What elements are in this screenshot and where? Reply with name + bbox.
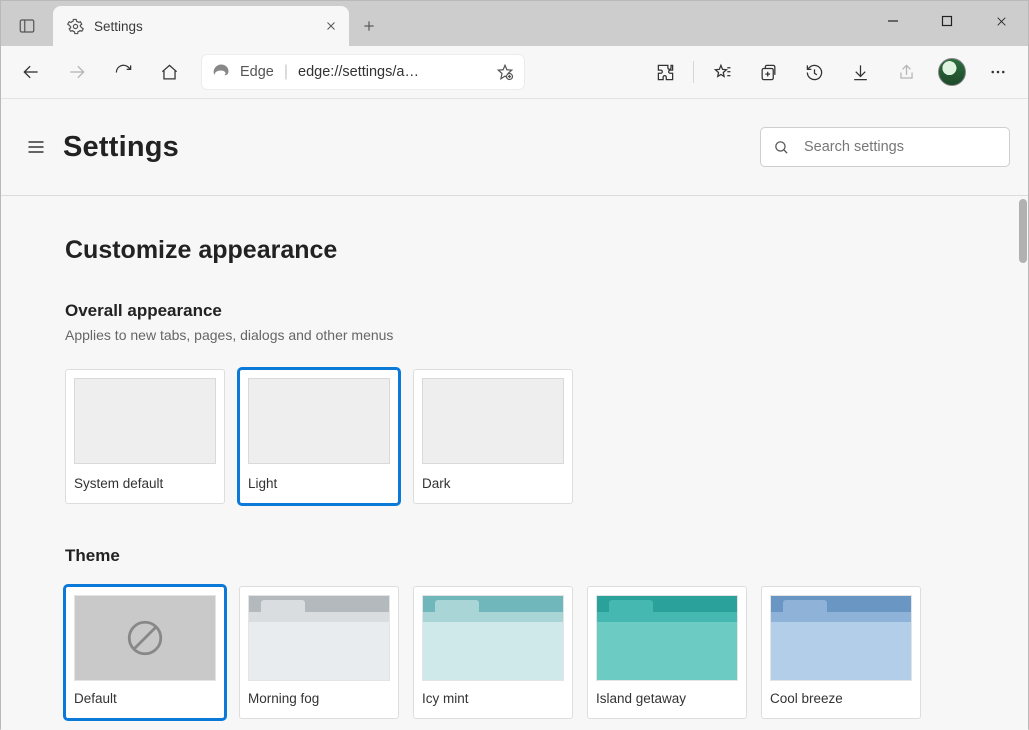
- minimize-button[interactable]: [866, 1, 920, 41]
- theme-option-label: Morning fog: [248, 691, 390, 706]
- address-site-label: Edge: [240, 64, 274, 80]
- theme-options: Default Morning fog Icy mint Island geta…: [65, 586, 1028, 719]
- ellipsis-icon: [989, 63, 1007, 81]
- page-title: Settings: [63, 131, 179, 164]
- close-icon[interactable]: [325, 20, 337, 32]
- extensions-button[interactable]: [645, 53, 685, 91]
- appearance-option-system[interactable]: System default: [65, 369, 225, 504]
- tab-title: Settings: [94, 19, 315, 34]
- theme-option-cool-breeze[interactable]: Cool breeze: [761, 586, 921, 719]
- profile-button[interactable]: [932, 53, 972, 91]
- address-url: edge://settings/a…: [298, 64, 486, 80]
- close-window-button[interactable]: [974, 1, 1028, 41]
- tab-actions-button[interactable]: [1, 5, 53, 46]
- title-bar: Settings: [1, 1, 1028, 46]
- refresh-icon: [114, 63, 133, 82]
- search-settings[interactable]: [760, 127, 1010, 167]
- favorites-button[interactable]: [702, 53, 742, 91]
- menu-button[interactable]: [19, 137, 53, 157]
- window-controls: [866, 1, 1028, 41]
- share-icon: [897, 63, 916, 82]
- avatar-icon: [938, 58, 966, 86]
- forward-button: [57, 53, 97, 91]
- favorite-add-icon[interactable]: [496, 63, 514, 81]
- refresh-button[interactable]: [103, 53, 143, 91]
- star-lines-icon: [713, 63, 732, 82]
- search-icon: [773, 139, 790, 156]
- history-icon: [805, 63, 824, 82]
- browser-tab[interactable]: Settings: [53, 6, 349, 46]
- appearance-option-light[interactable]: Light: [239, 369, 399, 504]
- address-bar[interactable]: Edge | edge://settings/a…: [201, 54, 525, 90]
- arrow-right-icon: [67, 62, 87, 82]
- theme-preview-icy: [422, 595, 564, 681]
- theme-option-icy-mint[interactable]: Icy mint: [413, 586, 573, 719]
- appearance-options: System default Light Dark: [65, 369, 1028, 504]
- close-icon: [995, 15, 1008, 28]
- theme-preview-default: [74, 595, 216, 681]
- theme-group-title: Theme: [65, 546, 1028, 566]
- appearance-preview-system: [74, 378, 216, 464]
- theme-option-label: Island getaway: [596, 691, 738, 706]
- appearance-preview-light: [248, 378, 390, 464]
- home-icon: [160, 63, 179, 82]
- theme-option-morning-fog[interactable]: Morning fog: [239, 586, 399, 719]
- scrollbar-thumb[interactable]: [1019, 199, 1027, 263]
- maximize-icon: [941, 15, 953, 27]
- theme-option-label: Default: [74, 691, 216, 706]
- toolbar: Edge | edge://settings/a…: [1, 46, 1028, 99]
- theme-option-label: Icy mint: [422, 691, 564, 706]
- theme-preview-island: [596, 595, 738, 681]
- none-icon: [124, 617, 166, 659]
- appearance-option-label: System default: [74, 476, 216, 491]
- appearance-preview-dark: [422, 378, 564, 464]
- tab-actions-icon: [18, 17, 36, 35]
- back-button[interactable]: [11, 53, 51, 91]
- settings-header: Settings: [1, 99, 1028, 196]
- appearance-group-subtitle: Applies to new tabs, pages, dialogs and …: [65, 327, 1028, 343]
- collections-button[interactable]: [748, 53, 788, 91]
- minimize-icon: [887, 15, 899, 27]
- appearance-option-label: Light: [248, 476, 390, 491]
- new-tab-button[interactable]: [349, 6, 389, 46]
- maximize-button[interactable]: [920, 1, 974, 41]
- arrow-left-icon: [21, 62, 41, 82]
- collections-icon: [759, 63, 778, 82]
- content-scroll: Customize appearance Overall appearance …: [1, 196, 1028, 730]
- more-button[interactable]: [978, 53, 1018, 91]
- gear-icon: [67, 18, 84, 35]
- theme-preview-fog: [248, 595, 390, 681]
- share-button: [886, 53, 926, 91]
- theme-preview-breeze: [770, 595, 912, 681]
- home-button[interactable]: [149, 53, 189, 91]
- edge-logo-icon: [212, 63, 230, 81]
- puzzle-icon: [656, 63, 675, 82]
- appearance-group-title: Overall appearance: [65, 301, 1028, 321]
- section-title: Customize appearance: [65, 236, 1028, 265]
- plus-icon: [362, 19, 376, 33]
- search-input[interactable]: [802, 138, 997, 156]
- appearance-option-label: Dark: [422, 476, 564, 491]
- theme-option-label: Cool breeze: [770, 691, 912, 706]
- download-icon: [851, 63, 870, 82]
- downloads-button[interactable]: [840, 53, 880, 91]
- theme-option-island-getaway[interactable]: Island getaway: [587, 586, 747, 719]
- theme-option-default[interactable]: Default: [65, 586, 225, 719]
- menu-icon: [26, 137, 46, 157]
- history-button[interactable]: [794, 53, 834, 91]
- appearance-option-dark[interactable]: Dark: [413, 369, 573, 504]
